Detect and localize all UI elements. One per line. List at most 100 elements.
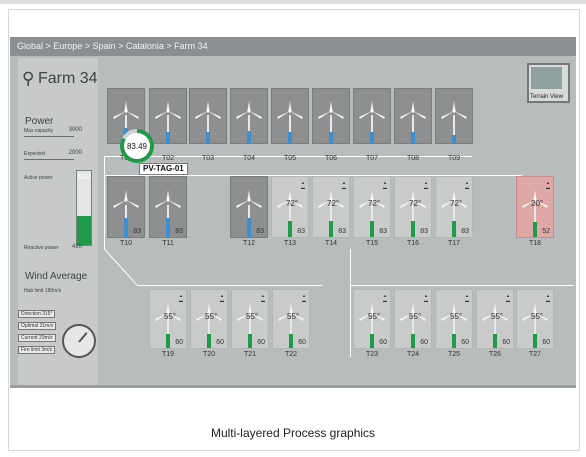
turbine-tile[interactable] — [394, 88, 432, 144]
turbine-tile[interactable] — [230, 88, 268, 144]
turbine-label: T12 — [242, 240, 256, 247]
turbine-output-value: 60 — [257, 339, 265, 346]
fire-limit-label: Fire limit 3m/s — [18, 346, 56, 354]
turbine-level-bar — [288, 131, 292, 143]
turbine-output-value: 60 — [175, 339, 183, 346]
turbine-label: T22 — [284, 351, 298, 358]
turbine-level-bar — [411, 334, 415, 348]
turbine-mini-readout: ▲ ▬ — [546, 293, 550, 303]
turbine-mini-readout: ▲ ▬ — [220, 293, 224, 303]
turbine-label: T21 — [243, 351, 257, 358]
turbine-tile[interactable]: ▲ ▬ 55° 60 — [231, 289, 269, 349]
turbine-level-bar — [124, 217, 128, 237]
turbine-angle: 55° — [491, 311, 504, 321]
scada-screen: Global > Europe > Spain > Catalonia > Fa… — [10, 37, 576, 388]
turbine-label: T14 — [324, 240, 338, 247]
turbine-tile[interactable]: ▲ ▬ 55° 60 — [190, 289, 228, 349]
turbine-tile[interactable]: ▲ ▬ 55° 60 — [394, 289, 432, 349]
turbine-tile[interactable]: ▲ ▬ 72° 83 — [312, 176, 350, 238]
turbine-output-value: 83 — [420, 228, 428, 235]
divider — [24, 136, 74, 137]
turbine-level-bar — [370, 131, 374, 143]
turbine-tile[interactable]: ▲ ▬ 72° 83 — [271, 176, 309, 238]
turbine-label: T11 — [162, 240, 174, 247]
turbine-tile[interactable]: ▲ ▬ 20° 52 — [516, 176, 554, 238]
turbine-level-bar — [411, 220, 415, 237]
turbine-label: T18 — [528, 240, 542, 247]
screen-bottom-edge — [10, 385, 576, 388]
turbine-tile[interactable]: 83 — [107, 176, 145, 238]
turbine-output-value: 60 — [420, 339, 428, 346]
turbine-tile[interactable] — [435, 88, 473, 144]
turbine-output-value: 52 — [542, 228, 550, 235]
turbine-angle: 55° — [246, 311, 259, 321]
turbine-output-value: 83 — [379, 228, 387, 235]
hub-height-text: Hub limit 180m/s — [24, 288, 62, 294]
turbine-level-bar — [533, 334, 537, 348]
top-border — [0, 0, 586, 4]
turbine-output-value: 83 — [338, 228, 346, 235]
turbine-level-bar — [247, 217, 251, 237]
turbine-label: T25 — [447, 351, 461, 358]
turbine-label: T07 — [365, 155, 379, 162]
turbine-tile[interactable] — [189, 88, 227, 144]
farm-title: Farm 34 — [38, 70, 98, 87]
selected-turbine-gauge[interactable]: 83.49 — [118, 127, 156, 165]
turbine-tile[interactable]: ▲ ▬ 55° 60 — [435, 289, 473, 349]
turbine-angle: 20° — [531, 199, 544, 209]
turbine-tile[interactable]: ▲ ▬ 55° 60 — [353, 289, 391, 349]
turbine-tile[interactable]: ▲ ▬ 55° 60 — [516, 289, 554, 349]
turbine-label: T27 — [528, 351, 542, 358]
turbine-tile[interactable]: ▲ ▬ 72° 83 — [394, 176, 432, 238]
turbine-label: T23 — [365, 351, 379, 358]
turbine-tile[interactable]: ▲ ▬ 55° 60 — [272, 289, 310, 349]
turbine-angle: 72° — [368, 199, 381, 209]
turbine-mini-readout: ▲ ▬ — [383, 180, 387, 190]
terrain-view-button[interactable]: Terrain View — [527, 63, 570, 103]
turbine-label: T24 — [406, 351, 420, 358]
reactive-power-value: 420 — [71, 244, 82, 250]
farm-sidebar: ⚲ Farm 34 Power Max capacity 3000 Expect… — [18, 58, 98, 386]
divider — [24, 159, 74, 160]
turbine-tile[interactable]: ▲ ▬ 72° 83 — [353, 176, 391, 238]
turbine-tile[interactable] — [271, 88, 309, 144]
active-power-fill — [77, 216, 91, 245]
turbine-level-bar — [452, 134, 456, 143]
turbine-level-bar — [247, 130, 251, 143]
terrain-view-label: Terrain View — [530, 94, 563, 100]
turbine-output-value: 60 — [542, 339, 550, 346]
turbine-label: T16 — [406, 240, 420, 247]
turbine-label: T08 — [406, 155, 420, 162]
turbine-angle: 55° — [531, 311, 544, 321]
connector-line — [350, 249, 351, 285]
turbine-label: T17 — [447, 240, 461, 247]
connector-line — [104, 156, 105, 176]
turbine-angle: 72° — [327, 199, 340, 209]
turbine-angle: 55° — [450, 311, 463, 321]
max-capacity-row: Max capacity 3000 — [24, 127, 90, 134]
turbine-tile[interactable] — [353, 88, 391, 144]
turbine-level-bar — [166, 131, 170, 143]
connector-line — [104, 175, 105, 249]
turbine-output-value: 83 — [461, 228, 469, 235]
turbine-tile[interactable]: ▲ ▬ 55° 60 — [149, 289, 187, 349]
selected-turbine-tag[interactable]: PV-TAG-01 — [139, 163, 188, 175]
turbine-tile[interactable]: 83 — [149, 176, 187, 238]
turbine-label: T04 — [242, 155, 256, 162]
turbine-level-bar — [411, 131, 415, 143]
turbine-output-value: 60 — [502, 339, 510, 346]
turbine-level-bar — [288, 220, 292, 237]
active-power-bar: 1167 — [76, 170, 92, 246]
turbine-tile[interactable]: 83 — [230, 176, 268, 238]
current-label: Current 29m/s — [18, 334, 56, 342]
breadcrumb[interactable]: Global > Europe > Spain > Catalonia > Fa… — [10, 37, 576, 56]
turbine-tile[interactable]: ▲ ▬ 72° 83 — [435, 176, 473, 238]
expected-value: 2000 — [68, 150, 82, 156]
turbine-mini-readout: ▲ ▬ — [465, 180, 469, 190]
terrain-thumbnail — [531, 67, 562, 89]
turbine-mini-readout: ▲ ▬ — [301, 180, 305, 190]
turbine-mini-readout: ▲ ▬ — [465, 293, 469, 303]
turbine-tile[interactable] — [312, 88, 350, 144]
turbine-tile[interactable]: ▲ ▬ 55° 60 — [476, 289, 514, 349]
expected-row: Expected 2000 — [24, 150, 90, 157]
